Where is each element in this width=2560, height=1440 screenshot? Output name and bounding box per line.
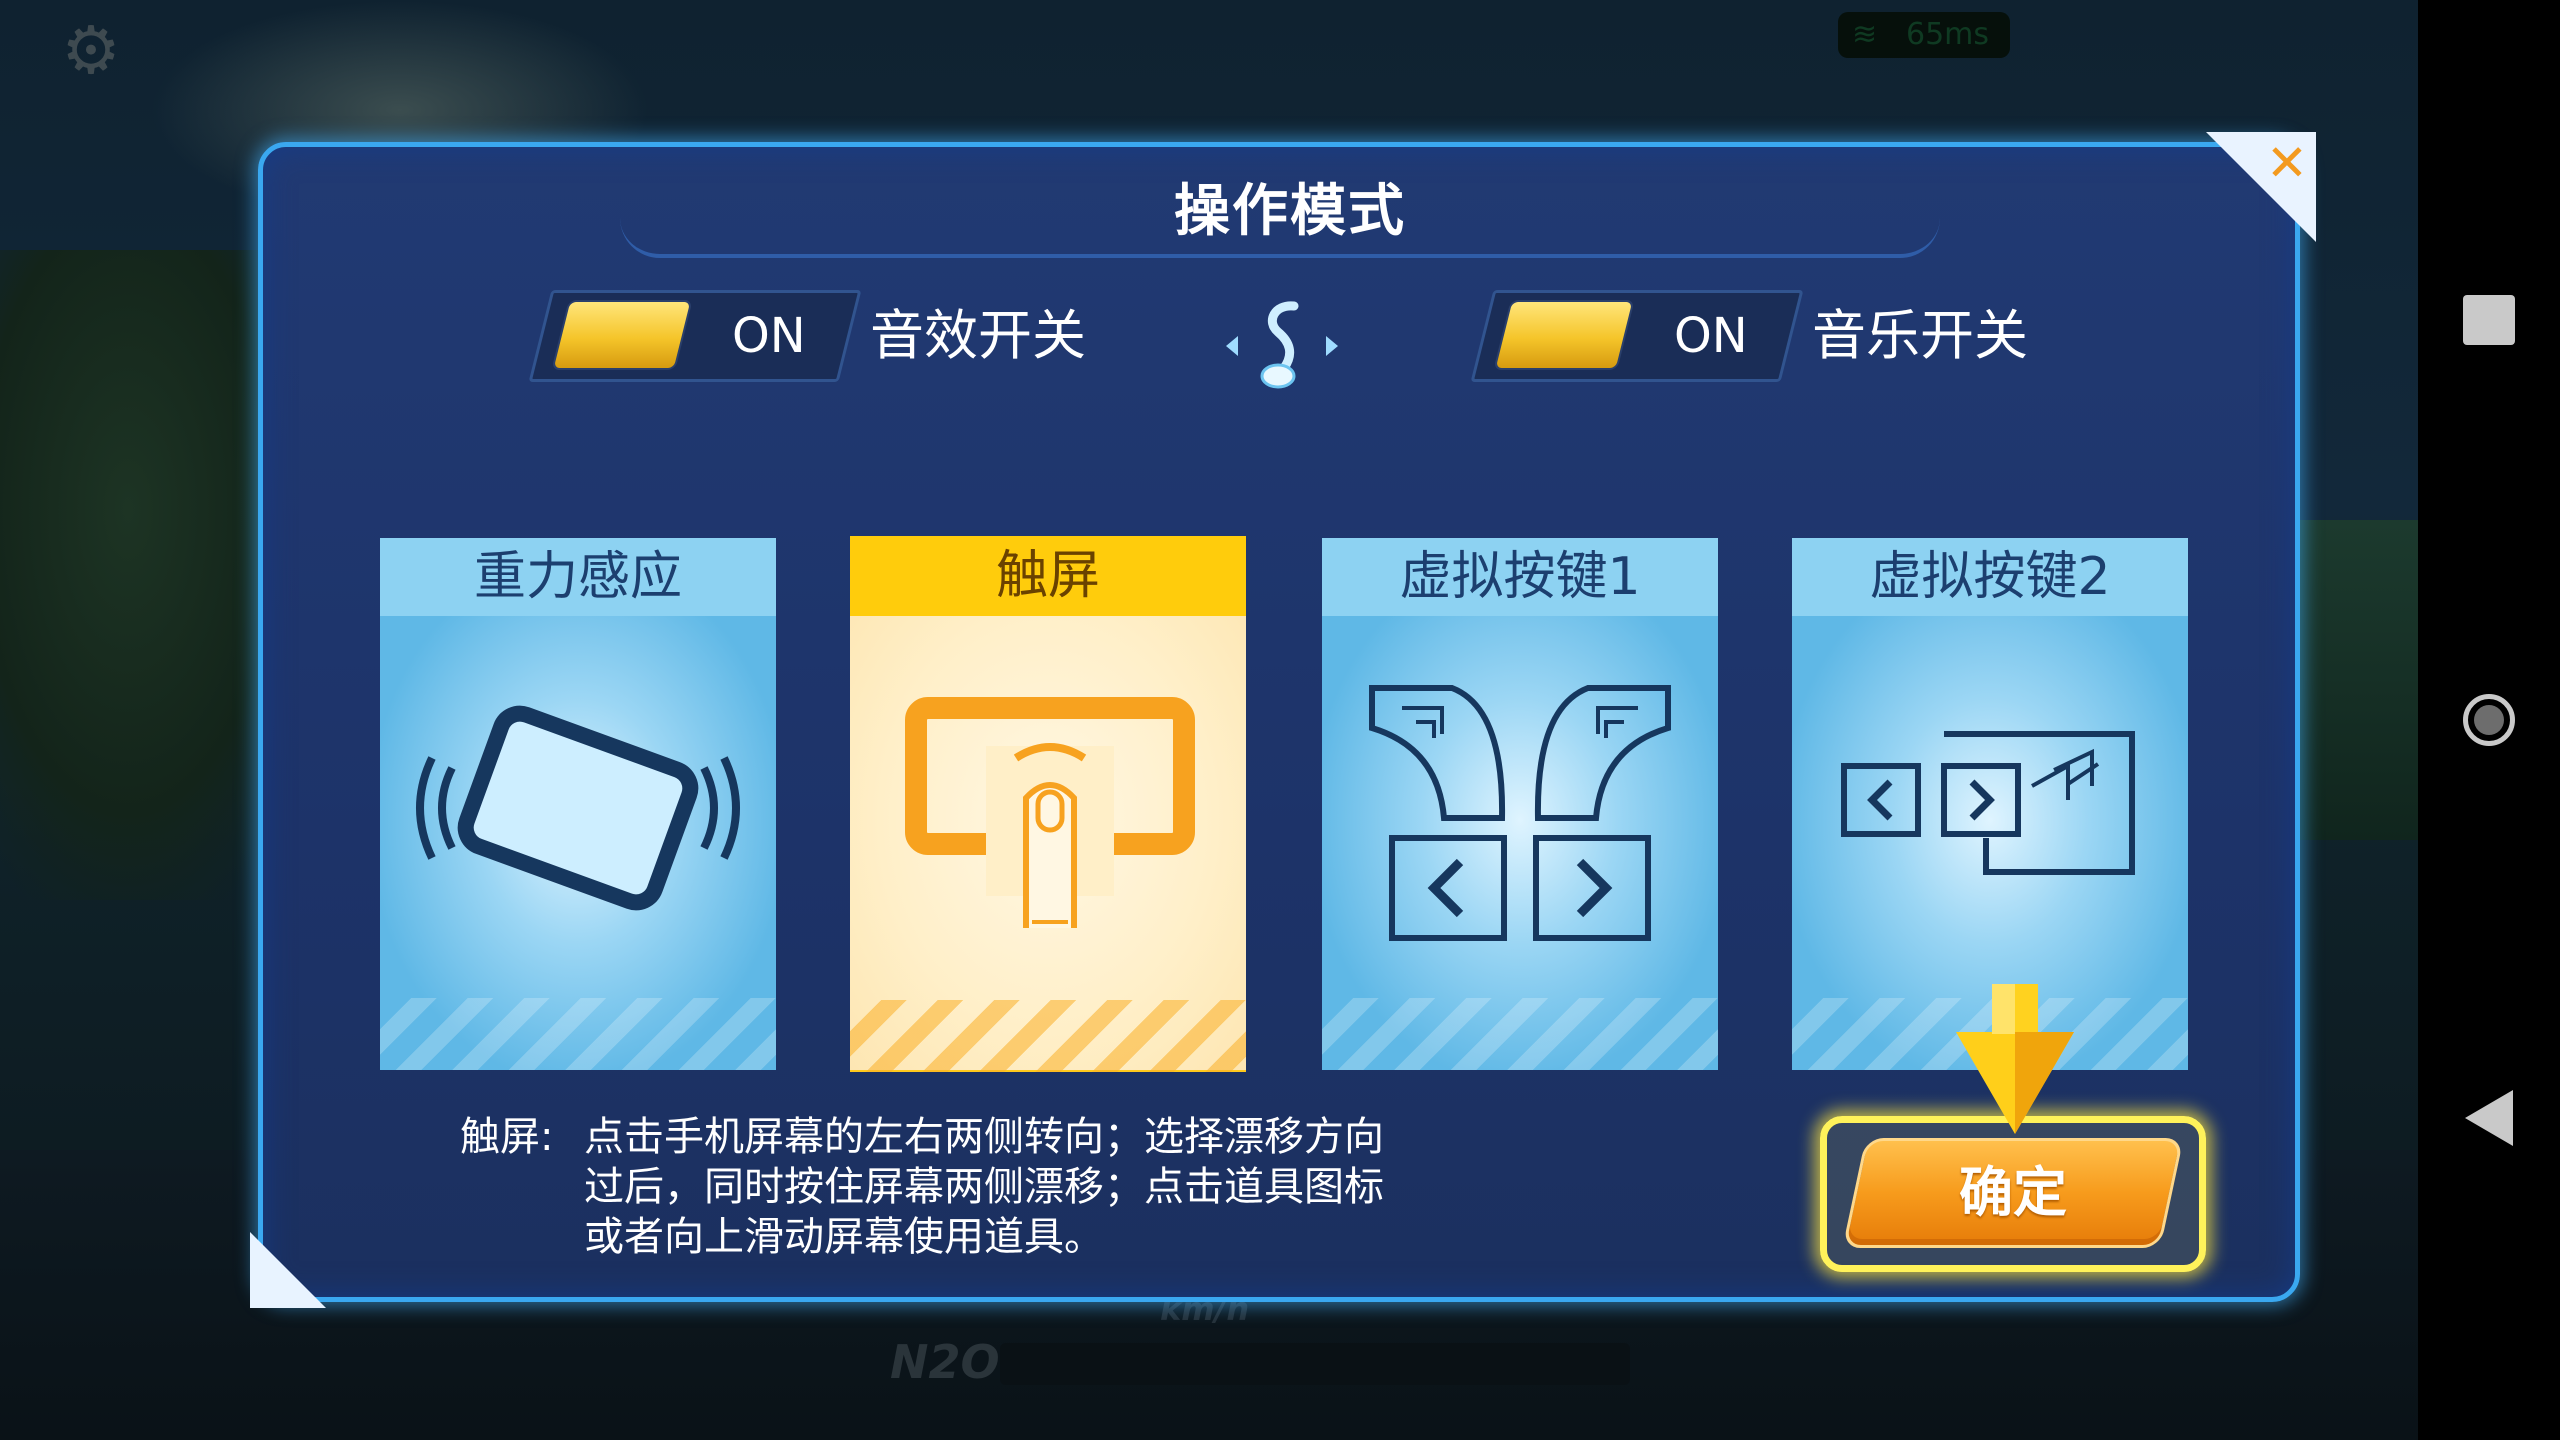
description-line-1: 点击手机屏幕的左右两侧转向；选择漂移方向 (584, 1114, 1384, 1160)
home-icon (2463, 694, 2515, 746)
toggle-knob (1495, 302, 1633, 368)
settings-gear-icon[interactable]: ⚙ (58, 18, 124, 84)
sound-toggle-state: ON (732, 308, 806, 364)
ping-value: 65ms (1906, 17, 1990, 52)
back-button[interactable] (2418, 1078, 2560, 1158)
nitro-meter: N2O (890, 1335, 1650, 1393)
close-button[interactable]: ✕ (2206, 132, 2316, 242)
dialog-title: 操作模式 (1174, 179, 1406, 244)
description-line-2: 过后，同时按住屏幕两侧漂移；点击道具图标 (584, 1164, 1384, 1210)
nitro-label: N2O (890, 1335, 1000, 1389)
sound-effects-toggle[interactable]: ON (528, 290, 862, 382)
music-label: 音乐开关 (1812, 304, 2028, 367)
virtual-keys-1-icon (1369, 685, 1671, 941)
wifi-icon: ≋ (1852, 17, 1878, 52)
toggle-knob (553, 302, 691, 368)
recents-icon (2463, 295, 2515, 345)
network-ping-badge: ≋ 65ms (1838, 12, 2010, 58)
tilt-phone-icon (416, 705, 740, 911)
confirm-button-label[interactable]: 确定 (1854, 1138, 2172, 1248)
system-nav-bar (2418, 0, 2560, 1440)
close-icon: ✕ (2266, 134, 2308, 192)
mode-card-touch[interactable]: 触屏 (850, 536, 1246, 1072)
music-toggle[interactable]: ON (1470, 290, 1804, 382)
music-toggle-state: ON (1674, 308, 1748, 364)
music-note-icon (1226, 301, 1338, 389)
home-button[interactable] (2418, 680, 2560, 760)
description-prefix: 触屏: (460, 1114, 554, 1160)
dialog-corner-decoration (250, 1232, 326, 1308)
back-icon (2465, 1090, 2513, 1146)
pointer-arrow-icon (1956, 984, 2074, 1134)
mode-card-gravity[interactable]: 重力感应 (380, 538, 776, 1070)
nitro-bar (1000, 1343, 1630, 1385)
touch-screen-icon (905, 697, 1195, 928)
recents-button[interactable] (2418, 280, 2560, 360)
sound-effects-label: 音效开关 (870, 304, 1086, 367)
description-line-3: 或者向上滑动屏幕使用道具。 (584, 1214, 1104, 1260)
mode-card-virtual-keys-1[interactable]: 虚拟按键1 (1322, 538, 1718, 1070)
